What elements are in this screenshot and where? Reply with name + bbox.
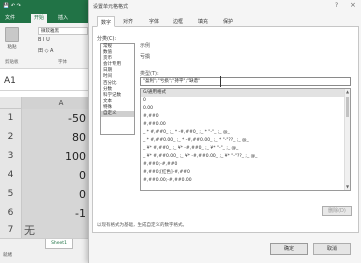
tab-alignment[interactable]: 对齐	[123, 18, 133, 25]
table-row: 2 80	[0, 128, 100, 147]
tab-font[interactable]: 字体	[149, 18, 159, 25]
close-icon[interactable]: ×	[350, 1, 356, 9]
sample-value: 亏损	[140, 54, 151, 60]
cancel-button[interactable]: 取消	[313, 243, 351, 255]
quick-access-toolbar[interactable]: 💾 ↶ ↷	[3, 3, 21, 9]
tab-protection[interactable]: 保护	[223, 18, 233, 25]
format-code-item[interactable]: #,##0.00;-#,##0.00	[141, 177, 350, 185]
delete-button[interactable]: 删除(D)	[322, 206, 352, 216]
column-header-row: A	[0, 97, 100, 109]
tab-file[interactable]: 文件	[2, 14, 18, 23]
format-code-item[interactable]: _ ¥* #,##0.00_ ;_ ¥* -#,##0.00_ ;_ ¥* "-…	[141, 153, 350, 161]
format-code-item[interactable]: G/通用格式	[141, 89, 350, 97]
sheet-tab-sheet1[interactable]: Sheet1	[45, 239, 73, 249]
paste-button[interactable]: 粘贴	[3, 27, 21, 57]
format-code-item[interactable]: _ ¥* #,##0_ ;_ ¥* -#,##0_ ;_ ¥* "-"_ ;_ …	[141, 145, 350, 153]
row-number[interactable]: 6	[0, 204, 22, 223]
format-list-scrollbar[interactable]: ▲ ▼	[344, 89, 350, 190]
format-cells-dialog: 设置单元格格式 ? × 数字 对齐 字体 边框 填充 保护 分类(C): 常规数…	[88, 0, 361, 263]
excel-window: 💾 ↶ ↷ 文件 开始 插入 粘贴 微软雅黑 B I U 田 ◇ A 剪贴板 字…	[0, 0, 100, 263]
tab-number[interactable]: 数字	[97, 16, 116, 27]
name-box[interactable]: A1	[0, 73, 100, 91]
scroll-up-icon[interactable]: ▲	[345, 89, 350, 95]
scroll-thumb[interactable]	[346, 97, 349, 117]
sheet-tab-bar: Sheet1	[0, 238, 100, 250]
row-number[interactable]: 2	[0, 128, 22, 147]
select-all-corner[interactable]	[0, 97, 22, 109]
row-number[interactable]: 4	[0, 166, 22, 185]
table-row: 7无	[0, 223, 100, 238]
table-row: 6 -1	[0, 204, 100, 223]
type-input[interactable]: "盈利";"亏损";"持平";"缺谱"	[140, 77, 351, 86]
bold-italic-underline-buttons[interactable]: B I U	[38, 37, 50, 43]
number-tab-panel: 分类(C): 常规 数值 货币 会计专用 日期 时间 百分比 分数 科学记数 文本 特殊 自定义 示例…	[92, 27, 359, 233]
excel-titlebar: 💾 ↶ ↷	[0, 0, 100, 13]
table-row: 1 -50	[0, 109, 100, 128]
clipboard-icon	[5, 27, 19, 42]
font-name-select[interactable]: 微软雅黑	[38, 27, 88, 35]
row-number[interactable]: 7	[0, 223, 22, 238]
help-icon[interactable]: ?	[335, 2, 338, 9]
tab-border[interactable]: 边框	[173, 18, 183, 25]
sample-label: 示例	[140, 43, 151, 49]
tab-home[interactable]: 开始	[31, 14, 48, 23]
name-box-value: A1	[4, 76, 16, 86]
status-bar: 就绪	[0, 250, 100, 263]
ribbon: 粘贴 微软雅黑 B I U 田 ◇ A 剪贴板 字体	[0, 23, 100, 69]
text-cursor	[220, 76, 221, 87]
dialog-tabs: 数字 对齐 字体 边框 填充 保护	[92, 16, 359, 27]
font-group-label: 字体	[58, 60, 67, 65]
scroll-down-icon[interactable]: ▼	[345, 184, 350, 190]
format-code-item[interactable]: #,##0.00	[141, 121, 350, 129]
status-text: 就绪	[3, 253, 12, 258]
type-label: 类型(T):	[140, 71, 159, 77]
table-row: 50	[0, 185, 100, 204]
format-code-list[interactable]: G/通用格式 0 0.00 #,##0 #,##0.00 _ * #,##0_ ;_ * …	[140, 88, 351, 191]
tab-fill[interactable]: 填充	[198, 18, 208, 25]
category-list[interactable]: 常规 数值 货币 会计专用 日期 时间 百分比 分数 科学记数 文本 特殊 自定义	[100, 43, 135, 135]
row-number[interactable]: 1	[0, 109, 22, 128]
dialog-title: 设置单元格格式	[93, 4, 129, 10]
row-number[interactable]: 5	[0, 185, 22, 204]
format-code-item[interactable]: _ * #,##0_ ;_ * -#,##0_ ;_ * "-"_ ;_ @_	[141, 129, 350, 137]
format-code-item[interactable]: _ * #,##0.00_ ;_ * -#,##0.00_ ;_ * "-"??…	[141, 137, 350, 145]
category-label: 分类(C):	[97, 36, 117, 42]
format-code-item[interactable]: 0.00	[141, 105, 350, 113]
ok-button[interactable]: 确定	[270, 243, 308, 255]
hint-text: 以现有格式为基础，生成自定义的数字格式。	[97, 223, 187, 228]
clipboard-group-label: 剪贴板	[5, 60, 19, 65]
format-code-item[interactable]: #,##0;-#,##0	[141, 161, 350, 169]
paste-label: 粘贴	[7, 45, 17, 50]
category-item[interactable]: 自定义	[101, 111, 134, 118]
format-code-item[interactable]: #,##0	[141, 113, 350, 121]
border-fill-color-buttons[interactable]: 田 ◇ A	[38, 47, 53, 54]
table-row: 40	[0, 166, 100, 185]
table-row: 3 100	[0, 147, 100, 166]
tab-insert[interactable]: 插入	[55, 14, 71, 23]
format-code-item[interactable]: 0	[141, 97, 350, 105]
format-code-item[interactable]: #,##0;[红色]-#,##0	[141, 169, 350, 177]
row-number[interactable]: 3	[0, 147, 22, 166]
ribbon-tabs: 文件 开始 插入	[0, 13, 100, 23]
